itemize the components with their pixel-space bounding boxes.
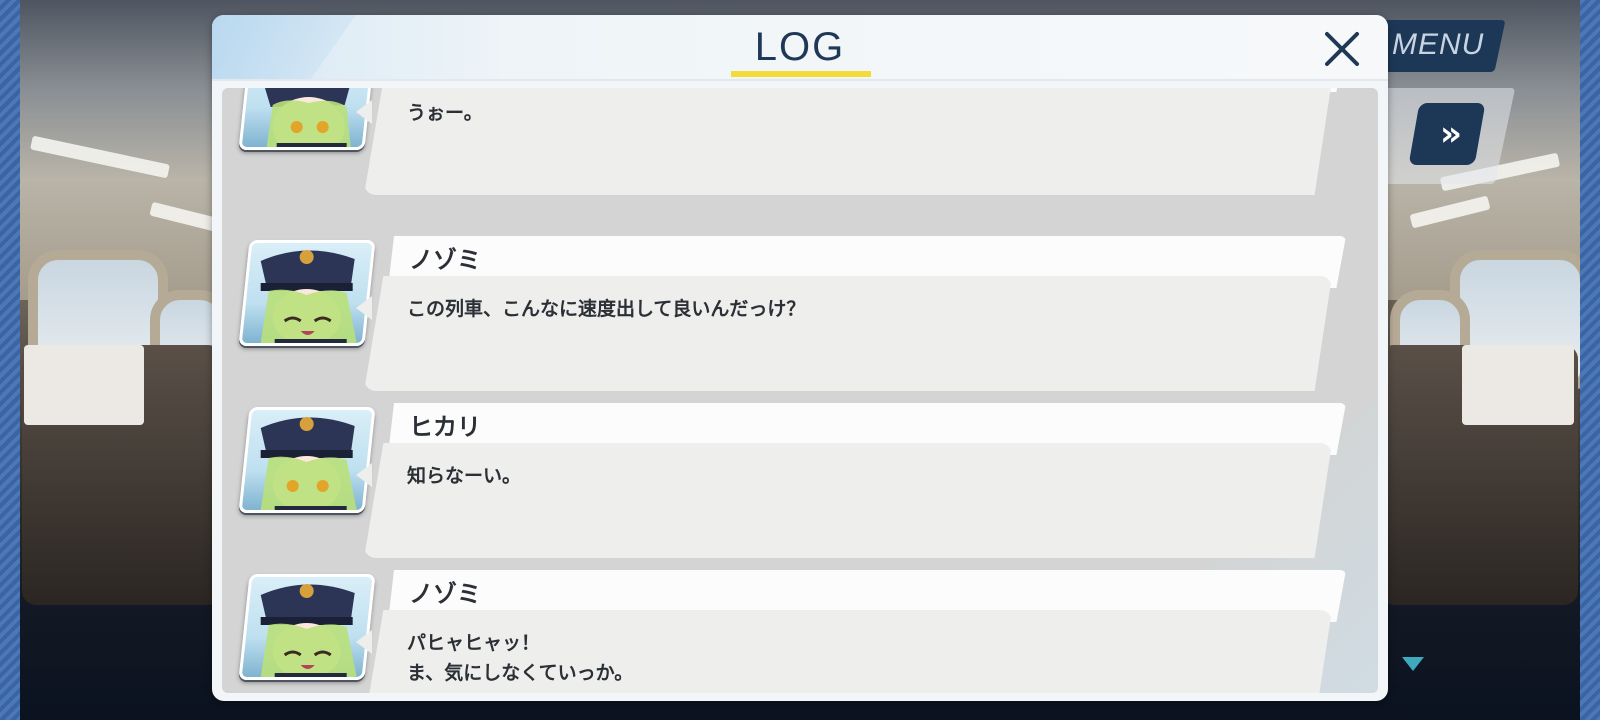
bubble-tail — [356, 296, 372, 320]
log-entry: ノゾミ この列車、こんなに速度出して良いんだっけ？ — [222, 236, 1378, 404]
bubble-tail — [356, 100, 372, 124]
speaker-portrait — [238, 240, 376, 346]
log-scroll-area[interactable]: うぉー。 ノゾミ この列車、こんなに速度出して良いんだっけ？ ヒカリ 知らなーい… — [222, 88, 1378, 693]
right-border-stripe — [1580, 0, 1600, 720]
speaker-portrait — [238, 574, 376, 680]
triangle-down-icon — [1402, 657, 1424, 671]
title-underline — [731, 71, 871, 77]
bubble-tail — [356, 630, 372, 654]
speaker-name: ヒカリ — [409, 413, 481, 441]
dialogue-text: 知らなーい。 — [407, 465, 522, 487]
dialogue-text: パヒャヒャッ！ ま、気にしなくていっか。 — [407, 632, 634, 684]
dialog-header: LOG — [212, 15, 1388, 81]
log-list: うぉー。 ノゾミ この列車、こんなに速度出して良いんだっけ？ ヒカリ 知らなーい… — [222, 88, 1378, 693]
close-button[interactable] — [1318, 25, 1366, 73]
dialogue-text: この列車、こんなに速度出して良いんだっけ？ — [407, 298, 806, 320]
close-icon — [1325, 32, 1359, 66]
fast-forward-icon: » — [1440, 114, 1454, 154]
dialogue-text: うぉー。 — [407, 102, 483, 124]
speaker-name: ノゾミ — [409, 580, 481, 608]
dialog-title: LOG — [754, 25, 846, 69]
seat-headcover — [1462, 345, 1574, 425]
fast-forward-button[interactable]: » — [1408, 103, 1486, 165]
left-border-stripe — [0, 0, 20, 720]
seat-headcover — [24, 345, 144, 425]
speaker-name: ノゾミ — [409, 246, 481, 274]
log-entry: ヒカリ 知らなーい。 — [222, 403, 1378, 571]
speaker-portrait — [238, 88, 376, 150]
log-entry: ノゾミ パヒャヒャッ！ ま、気にしなくていっか。 — [222, 570, 1378, 693]
log-entry: うぉー。 — [222, 88, 1378, 208]
log-dialog: LOG うぉー。 ノゾミ この列車、こんなに速度出して良いんだっけ？ ヒカリ 知… — [212, 15, 1388, 701]
bubble-tail — [356, 463, 372, 487]
menu-button-label[interactable]: MENU — [1392, 28, 1484, 62]
speaker-portrait — [238, 407, 376, 513]
